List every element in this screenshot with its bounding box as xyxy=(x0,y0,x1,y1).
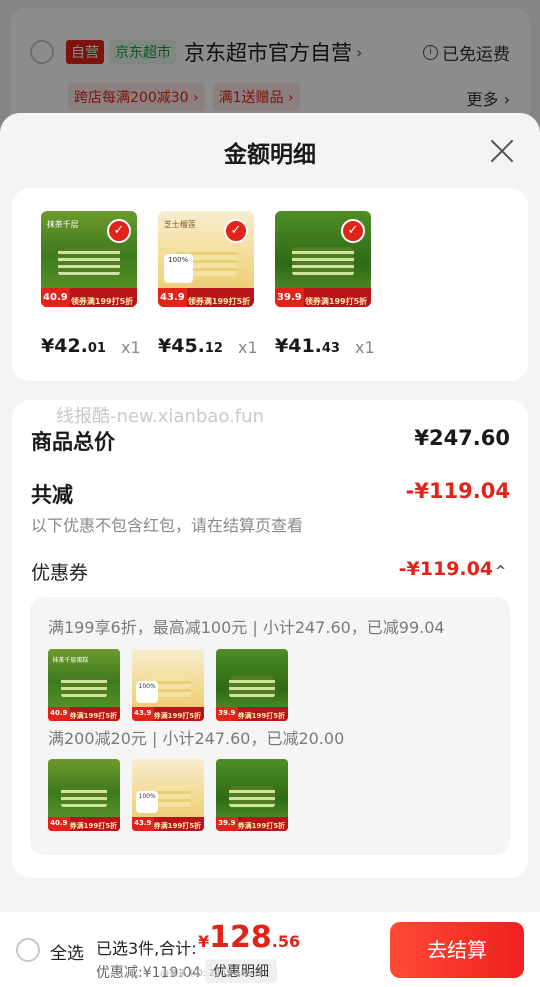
image-price-tag: 40.9 xyxy=(41,287,70,307)
reduction-note: 以下优惠不包含红包，请在结算页查看 xyxy=(31,516,304,535)
coupon-rule-2: 满200减20元 | 小计247.60，已减20.00 xyxy=(48,729,345,748)
goods-total-label: 商品总价 xyxy=(31,430,115,454)
coupon-value: -¥119.04 xyxy=(398,558,494,580)
image-price-tag: 39.9 xyxy=(275,287,304,307)
checkout-bar: 全选 已选3件,合计: ¥128.56 优惠减:¥119.04 优惠明细 去结算 xyxy=(0,912,540,987)
item-quantity: x1 xyxy=(355,338,375,357)
coupon-detail-box: 满199享6折，最高减100元 | 小计247.60，已减99.04 抹茶千层蛋… xyxy=(30,597,510,855)
selected-items-card: 抹茶千层 领券满199打5折 40.9 ✓ ¥42.01 x1 芝士榴莲 100… xyxy=(12,188,528,381)
product-image-label: 抹茶千层 xyxy=(46,219,79,229)
thumb-image: 领券满199打5折 39.9 xyxy=(216,759,288,831)
select-all-radio[interactable] xyxy=(16,938,40,962)
item-2: 芝士榴莲 100% 领券满199打5折 43.9 ✓ ¥45.12 x1 xyxy=(158,211,268,357)
price-detail-card: 线报酷-new.xianbao.fun 商品总价 ¥247.60 共减 -¥11… xyxy=(12,400,528,878)
watermark: 线报酷-new.xianbao.fun xyxy=(56,406,264,427)
select-all-label[interactable]: 全选 xyxy=(50,939,84,964)
coupon-rule-1: 满199享6折，最高减100元 | 小计247.60，已减99.04 xyxy=(48,618,445,637)
checkout-button[interactable]: 去结算 xyxy=(390,922,524,978)
thumb-image: 领券满199打5折 40.9 xyxy=(48,759,120,831)
product-image[interactable]: 领券满199打5折 39.9 ✓ xyxy=(275,211,371,307)
item-3: 领券满199打5折 39.9 ✓ ¥41.43 x1 xyxy=(275,211,385,357)
product-image-label: 芝士榴莲 xyxy=(163,219,196,229)
product-image[interactable]: 芝士榴莲 100% 领券满199打5折 43.9 ✓ xyxy=(158,211,254,307)
coupon-label: 优惠券 xyxy=(31,562,89,584)
item-price: ¥41.43 xyxy=(275,335,340,357)
reduction-value: -¥119.04 xyxy=(405,479,510,503)
item-1: 抹茶千层 领券满199打5折 40.9 ✓ ¥42.01 x1 xyxy=(41,211,151,357)
checkmark-icon: ✓ xyxy=(341,219,365,243)
thumb-image: 100% 领券满199打5折 43.9 xyxy=(132,759,204,831)
thumb-image: 100% 领券满199打5折 43.9 xyxy=(132,649,204,721)
total-price: ¥128.56 xyxy=(198,920,301,955)
product-badge: 100% xyxy=(163,254,193,283)
close-icon[interactable] xyxy=(490,139,514,163)
item-price: ¥42.01 xyxy=(41,335,106,357)
thumb-image: 抹茶千层蛋糕 领券满199打5折 40.9 xyxy=(48,649,120,721)
cake-graphic xyxy=(58,247,120,277)
item-quantity: x1 xyxy=(238,338,258,357)
checkmark-icon: ✓ xyxy=(107,219,131,243)
coupon-toggle[interactable]: -¥119.04 ^ xyxy=(399,558,506,580)
item-quantity: x1 xyxy=(121,338,141,357)
selected-count: 已选3件,合计: xyxy=(96,939,197,958)
product-image[interactable]: 抹茶千层 领券满199打5折 40.9 ✓ xyxy=(41,211,137,307)
reduction-label: 共减 xyxy=(31,483,73,507)
goods-total-value: ¥247.60 xyxy=(414,426,510,450)
checkmark-icon: ✓ xyxy=(224,219,248,243)
amount-detail-sheet: 金额明细 抹茶千层 领券满199打5折 40.9 ✓ ¥42.01 x1 芝士榴… xyxy=(0,113,540,987)
coupon-rule-2-thumbs: 领券满199打5折 40.9 100% 领券满199打5折 43.9 领券满19… xyxy=(48,759,288,831)
image-price-tag: 43.9 xyxy=(158,287,187,307)
thumb-image: 领券满199打5折 39.9 xyxy=(216,649,288,721)
cake-graphic xyxy=(292,247,354,277)
chevron-up-icon: ^ xyxy=(495,564,506,579)
footer-watermark: @某某 (ID: 2265-48539) xyxy=(160,969,268,979)
sheet-title: 金额明细 xyxy=(224,142,316,168)
coupon-rule-1-thumbs: 抹茶千层蛋糕 领券满199打5折 40.9 100% 领券满199打5折 43.… xyxy=(48,649,288,721)
item-price: ¥45.12 xyxy=(158,335,223,357)
